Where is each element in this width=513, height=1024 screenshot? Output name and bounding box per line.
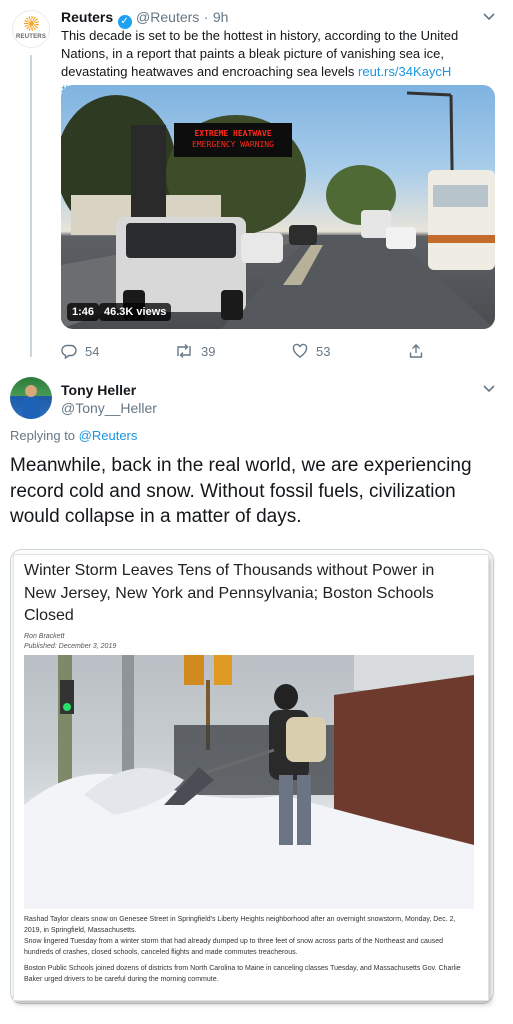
replying-to: Replying to @Reuters bbox=[10, 428, 137, 443]
reply-icon bbox=[61, 344, 85, 360]
article-headline: Winter Storm Leaves Tens of Thousands wi… bbox=[24, 562, 435, 624]
like-icon bbox=[292, 343, 316, 359]
chevron-down-icon[interactable] bbox=[482, 9, 496, 26]
tweet2-header: Tony Heller @Tony__Heller bbox=[61, 381, 157, 417]
tweet2-author-handle[interactable]: @Tony__Heller bbox=[61, 399, 157, 417]
avatar-logo-word: REUTERS bbox=[15, 34, 47, 40]
article-paragraph-1: Snow lingered Tuesday from a winter stor… bbox=[24, 938, 444, 956]
replying-to-handle[interactable]: @Reuters bbox=[79, 428, 138, 443]
video-views: 46.3K views bbox=[99, 303, 172, 321]
tweet1-author-handle[interactable]: @Reuters bbox=[136, 9, 199, 25]
video-frame bbox=[61, 91, 495, 329]
thread-line bbox=[30, 55, 32, 357]
avatar-photo bbox=[22, 385, 40, 419]
header-separator: · bbox=[203, 9, 209, 25]
reuters-logo-icon bbox=[24, 16, 39, 31]
article-caption-block: Rashad Taylor clears snow on Genesee Str… bbox=[24, 914, 474, 985]
tweet1-link[interactable]: reut.rs/34KaycH bbox=[358, 64, 451, 79]
video-duration: 1:46 bbox=[67, 303, 100, 321]
article-photo bbox=[24, 655, 474, 909]
article-published: Published: December 3, 2019 bbox=[24, 643, 117, 650]
retweet-count: 39 bbox=[201, 344, 216, 359]
like-count: 53 bbox=[316, 344, 331, 359]
emergency-sign: EXTREME HEATWAVE EMERGENCY WARNING bbox=[174, 128, 292, 150]
retweet-button[interactable]: 39 bbox=[175, 343, 215, 359]
retweet-icon bbox=[175, 344, 201, 359]
chevron-down-icon[interactable] bbox=[482, 381, 496, 400]
tweet1-header: Reuters ✓ @Reuters · 9h bbox=[61, 9, 228, 29]
tweet1-timestamp[interactable]: 9h bbox=[213, 9, 229, 25]
snow-shoveling-photo bbox=[24, 655, 474, 909]
article-meta: Ron Brackett Published: December 3, 2019 bbox=[24, 632, 116, 652]
photo-caption: Rashad Taylor clears snow on Genesee Str… bbox=[24, 916, 456, 934]
sign-line1: EXTREME HEATWAVE bbox=[194, 129, 272, 138]
tony-heller-avatar[interactable] bbox=[10, 377, 52, 419]
reuters-avatar[interactable]: REUTERS bbox=[12, 10, 50, 48]
tweet1-video[interactable]: EXTREME HEATWAVE EMERGENCY WARNING 1:46 … bbox=[61, 85, 495, 329]
tweet1-author-name[interactable]: Reuters bbox=[61, 9, 113, 25]
article-author: Ron Brackett bbox=[24, 633, 65, 640]
sign-line2: EMERGENCY WARNING bbox=[192, 140, 274, 149]
share-icon bbox=[408, 344, 432, 359]
reply-count: 54 bbox=[85, 344, 100, 359]
article-paragraph-2: Boston Public Schools joined dozens of d… bbox=[24, 965, 461, 983]
tweet2-author-name[interactable]: Tony Heller bbox=[61, 381, 157, 399]
tweet2-text: Meanwhile, back in the real world, we ar… bbox=[10, 455, 472, 527]
replying-prefix: Replying to bbox=[10, 428, 76, 443]
like-button[interactable]: 53 bbox=[292, 343, 330, 359]
reply-button[interactable]: 54 bbox=[61, 343, 100, 360]
share-button[interactable] bbox=[408, 343, 432, 359]
